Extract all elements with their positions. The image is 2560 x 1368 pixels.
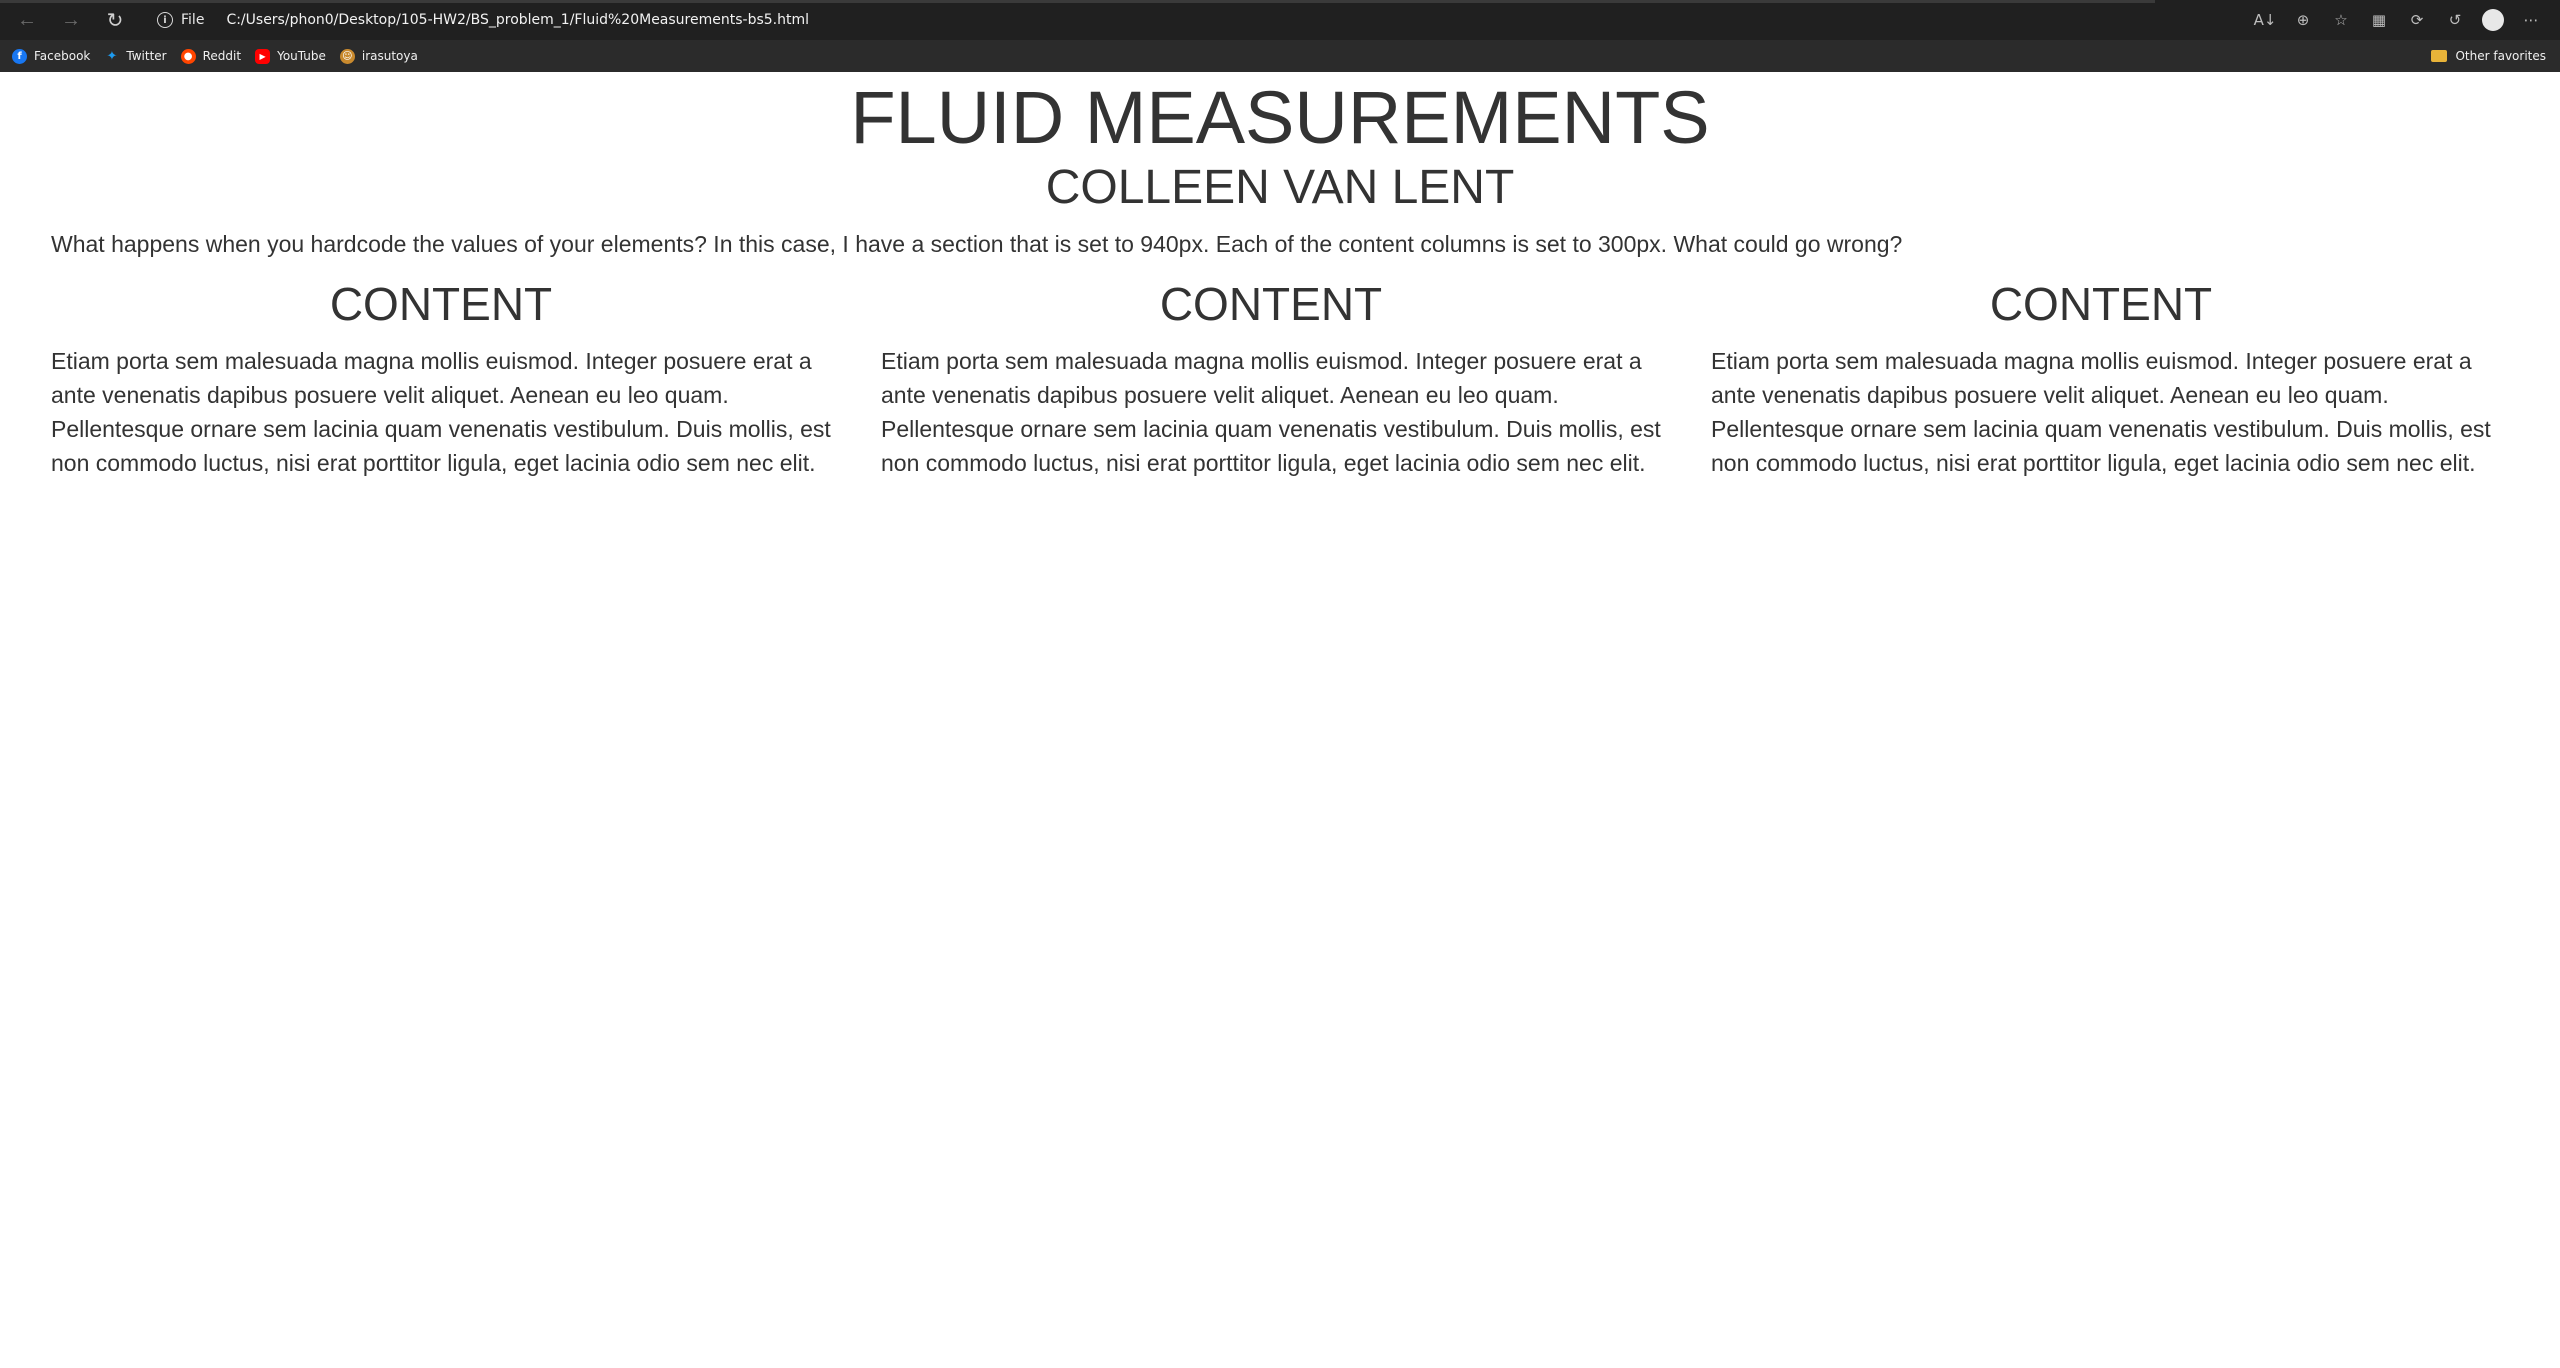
bookmark-facebook[interactable]: f Facebook: [12, 48, 91, 64]
info-icon[interactable]: i: [157, 12, 173, 28]
arrow-right-icon: →: [61, 8, 81, 31]
bookmark-reddit[interactable]: ● Reddit: [180, 48, 242, 64]
content-column: CONTENT Etiam porta sem malesuada magna …: [1711, 276, 2491, 480]
profile-avatar-icon[interactable]: [2474, 5, 2512, 35]
irasutoya-icon: ☺: [339, 48, 355, 64]
bookmark-twitter[interactable]: ✦ Twitter: [104, 49, 166, 64]
arrow-left-icon: ←: [17, 8, 37, 31]
content-columns: CONTENT Etiam porta sem malesuada magna …: [51, 276, 2560, 480]
facebook-icon: f: [12, 48, 27, 64]
toolbar-actions: A↓ ⊕ ☆ ▦ ⟳ ↺ ⋯: [2246, 5, 2550, 35]
browser-toolbar: ← → ↻ i File C:/Users/phon0/Desktop/105-…: [0, 0, 2560, 40]
bookmark-label: YouTube: [277, 49, 326, 63]
bookmark-label: Reddit: [202, 49, 242, 63]
address-bar[interactable]: i File C:/Users/phon0/Desktop/105-HW2/BS…: [145, 5, 2185, 35]
bookmarks-bar: f Facebook ✦ Twitter ● Reddit ▶ YouTube …: [0, 40, 2560, 72]
history-icon[interactable]: ↺: [2436, 5, 2474, 35]
back-button[interactable]: ←: [10, 3, 44, 37]
other-favorites[interactable]: Other favorites: [2431, 49, 2546, 63]
address-url[interactable]: C:/Users/phon0/Desktop/105-HW2/BS_proble…: [226, 12, 809, 28]
refresh-icon: ↻: [106, 9, 124, 32]
favorite-star-icon[interactable]: ☆: [2322, 5, 2360, 35]
content-column: CONTENT Etiam porta sem malesuada magna …: [51, 276, 831, 480]
address-scheme-label: File: [181, 12, 205, 28]
bookmark-label: Facebook: [34, 49, 91, 63]
column-text: Etiam porta sem malesuada magna mollis e…: [881, 348, 1661, 476]
tab-strip-edge: [0, 0, 2155, 3]
folder-icon: [2431, 50, 2448, 62]
content-column: CONTENT Etiam porta sem malesuada magna …: [881, 276, 1661, 480]
forward-button[interactable]: →: [54, 3, 88, 37]
reddit-icon: ●: [180, 48, 196, 64]
youtube-icon: ▶: [255, 48, 271, 64]
column-heading: CONTENT: [329, 278, 553, 330]
bookmark-irasutoya[interactable]: ☺ irasutoya: [339, 48, 418, 64]
bookmark-youtube[interactable]: ▶ YouTube: [255, 48, 326, 64]
zoom-icon[interactable]: ⊕: [2284, 5, 2322, 35]
column-text: Etiam porta sem malesuada magna mollis e…: [51, 348, 831, 476]
bookmark-label: Twitter: [126, 49, 167, 63]
intro-paragraph: What happens when you hardcode the value…: [51, 231, 1903, 257]
column-text: Etiam porta sem malesuada magna mollis e…: [1711, 348, 2491, 476]
refresh-button[interactable]: ↻: [98, 3, 132, 37]
twitter-icon: ✦: [106, 48, 118, 64]
column-heading: CONTENT: [1159, 278, 1383, 330]
sync-icon[interactable]: ⟳: [2398, 5, 2436, 35]
page-title: FLUID MEASUREMENTS: [850, 76, 1710, 159]
other-favorites-label: Other favorites: [2455, 49, 2546, 63]
read-aloud-icon[interactable]: A↓: [2246, 5, 2284, 35]
page-content: FLUID MEASUREMENTS COLLEEN VAN LENT What…: [0, 72, 2560, 480]
extensions-icon[interactable]: ▦: [2360, 5, 2398, 35]
page-subtitle: COLLEEN VAN LENT: [1045, 161, 1515, 214]
bookmark-label: irasutoya: [361, 49, 418, 63]
column-heading: CONTENT: [1989, 278, 2213, 330]
more-menu-icon[interactable]: ⋯: [2512, 5, 2550, 35]
